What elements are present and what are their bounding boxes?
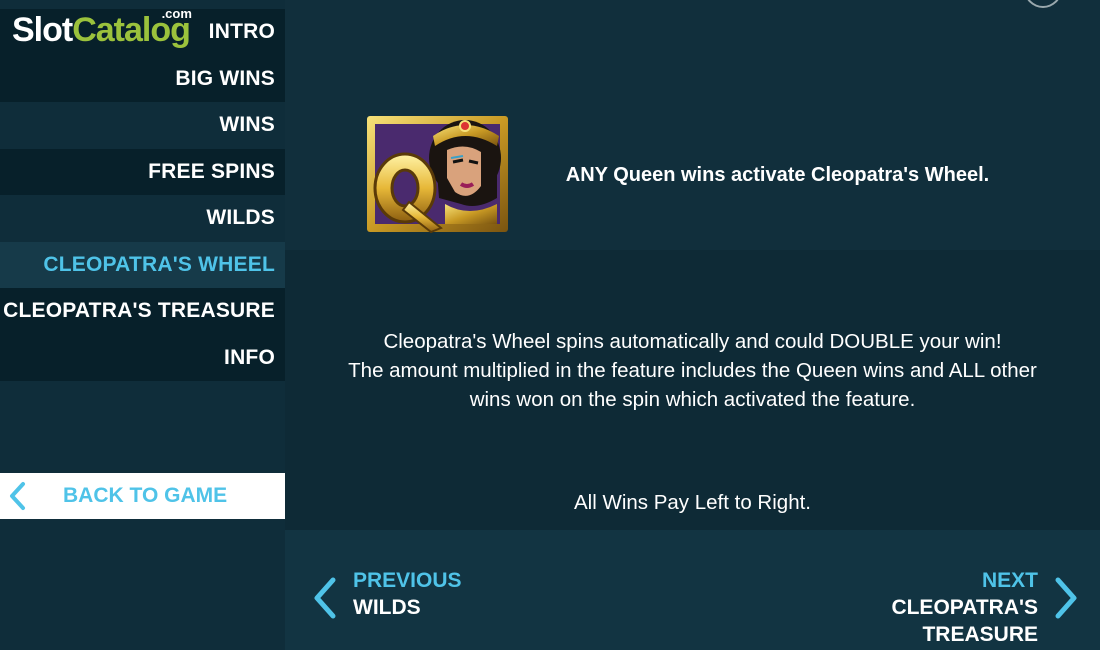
sidebar-item-label: CLEOPATRA'S TREASURE xyxy=(3,299,275,323)
next-label: NEXT xyxy=(981,569,1038,592)
previous-label: PREVIOUS xyxy=(353,569,462,592)
previous-target: WILDS xyxy=(353,596,421,619)
sidebar-item-wins[interactable]: WINS xyxy=(0,102,285,149)
sidebar-item-label: BIG WINS xyxy=(175,66,275,90)
sidebar-item-big-wins[interactable]: BIG WINS xyxy=(0,55,285,102)
sidebar-item-label: FREE SPINS xyxy=(148,159,275,183)
sidebar-item-info[interactable]: INFO xyxy=(0,334,285,381)
next-page-button[interactable]: NEXT CLEOPATRA'S TREASURE xyxy=(891,568,1080,648)
description-line: Cleopatra's Wheel spins automatically an… xyxy=(383,330,1002,353)
sidebar-item-cleopatras-wheel[interactable]: CLEOPATRA'S WHEEL xyxy=(0,241,285,288)
chevron-right-icon xyxy=(1055,577,1077,619)
sidebar-item-cleopatras-treasure[interactable]: CLEOPATRA'S TREASURE xyxy=(0,288,285,335)
paytable-screen: Slot Catalog .com INTRO BIG WINS WINS FRE… xyxy=(0,0,1100,650)
previous-page-button[interactable]: PREVIOUS WILDS xyxy=(311,568,462,621)
chevron-left-icon xyxy=(0,473,34,519)
next-target-line2: TREASURE xyxy=(922,623,1038,646)
main-panel: ANY Queen wins activate Cleopatra's Whee… xyxy=(285,0,1100,650)
logo-text-slot: Slot xyxy=(12,11,73,49)
feature-headline: ANY Queen wins activate Cleopatra's Whee… xyxy=(565,164,990,186)
sidebar-item-wilds[interactable]: WILDS xyxy=(0,195,285,242)
description-line: wins won on the spin which activated the… xyxy=(469,388,916,411)
sidebar-item-label: WINS xyxy=(219,113,275,137)
sidebar: Slot Catalog .com INTRO BIG WINS WINS FRE… xyxy=(0,0,285,650)
queen-symbol-icon xyxy=(365,106,510,234)
pay-direction-text: All Wins Pay Left to Right. xyxy=(574,491,811,514)
sidebar-menu: INTRO BIG WINS WINS FREE SPINS WILDS CLE… xyxy=(0,9,285,381)
logo-text-com: .com xyxy=(161,6,192,21)
back-to-game-label: BACK TO GAME xyxy=(63,484,228,507)
chevron-left-icon xyxy=(314,577,336,619)
sidebar-item-label: INTRO xyxy=(208,20,275,44)
previous-page-text: PREVIOUS WILDS xyxy=(353,568,462,621)
feature-description: Cleopatra's Wheel spins automatically an… xyxy=(305,327,1080,414)
description-line: The amount multiplied in the feature inc… xyxy=(348,359,1037,382)
sidebar-item-label: CLEOPATRA'S WHEEL xyxy=(43,252,275,276)
back-to-game-button[interactable]: BACK TO GAME xyxy=(0,473,285,519)
next-page-text: NEXT CLEOPATRA'S TREASURE xyxy=(891,568,1038,648)
next-target-line1: CLEOPATRA'S xyxy=(891,596,1038,619)
sidebar-item-label: WILDS xyxy=(206,206,275,230)
slotcatalog-logo: Slot Catalog .com xyxy=(12,6,192,50)
sidebar-item-label: INFO xyxy=(224,345,275,369)
sidebar-item-free-spins[interactable]: FREE SPINS xyxy=(0,148,285,195)
